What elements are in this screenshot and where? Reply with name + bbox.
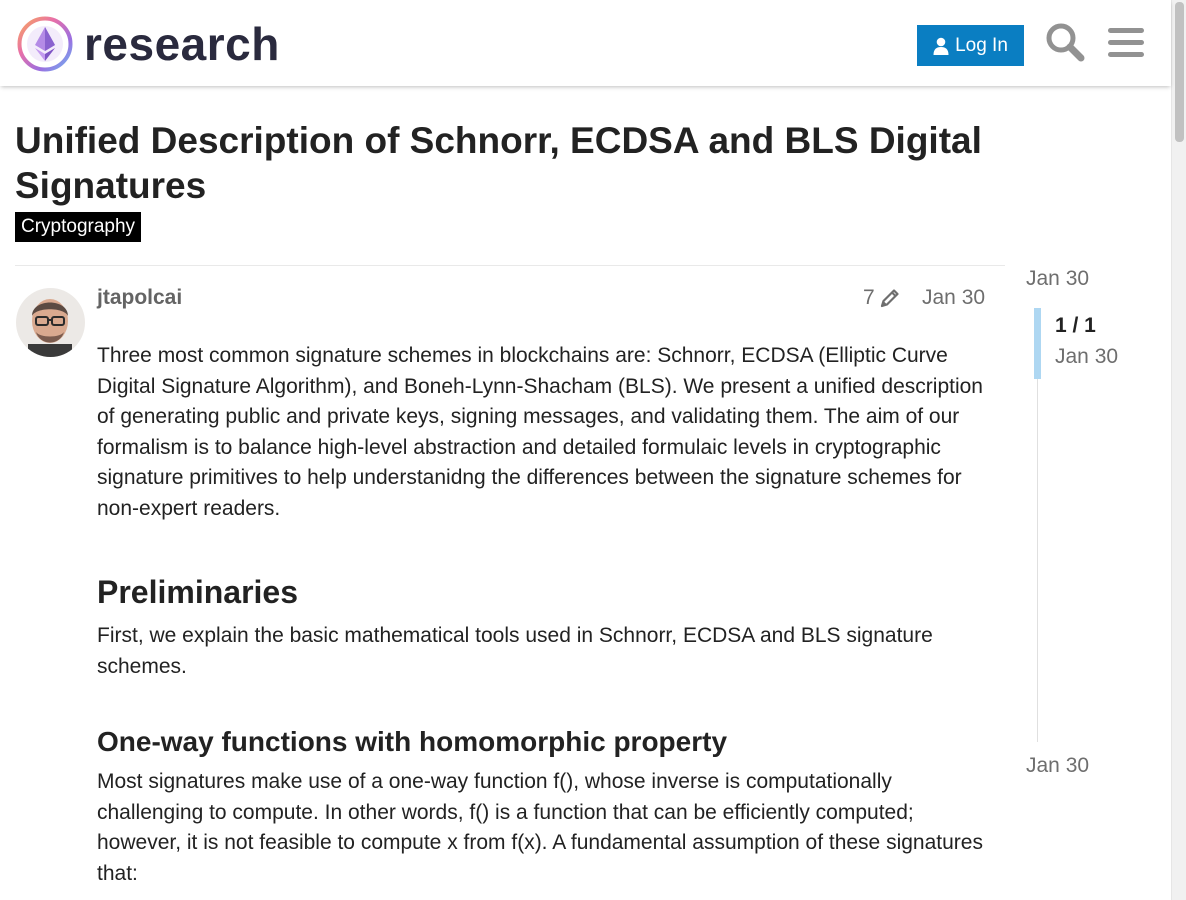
- ethereum-research-logo-icon: [17, 16, 73, 72]
- edit-history-button[interactable]: 7: [863, 286, 901, 310]
- timeline-scroll-handle[interactable]: [1034, 308, 1041, 379]
- login-button[interactable]: Log In: [917, 25, 1024, 66]
- pencil-icon: [880, 289, 899, 308]
- site-header: research Log In: [0, 0, 1171, 86]
- timeline-end-date[interactable]: Jan 30: [1026, 754, 1089, 778]
- search-icon[interactable]: [1045, 22, 1085, 62]
- hamburger-menu-icon[interactable]: [1106, 22, 1146, 62]
- heading-one-way-functions: One-way functions with homomorphic prope…: [97, 726, 728, 757]
- divider: [15, 265, 1005, 266]
- avatar[interactable]: [16, 288, 85, 357]
- post-username[interactable]: jtapolcai: [97, 286, 182, 310]
- page: research Log In Unified Description of S…: [0, 0, 1186, 900]
- one-way-functions-paragraph: Most signatures make use of a one-way fu…: [97, 770, 983, 885]
- timeline-start-date[interactable]: Jan 30: [1026, 267, 1089, 291]
- post-body: Three most common signature schemes in b…: [97, 341, 992, 889]
- preliminaries-paragraph: First, we explain the basic mathematical…: [97, 624, 933, 678]
- category-badge[interactable]: Cryptography: [15, 212, 142, 242]
- post-intro-paragraph: Three most common signature schemes in b…: [97, 344, 983, 520]
- timeline-handle-date: Jan 30: [1055, 345, 1119, 368]
- user-icon: [933, 37, 949, 55]
- site-logo[interactable]: research: [16, 15, 306, 73]
- topic-title[interactable]: Unified Description of Schnorr, ECDSA an…: [15, 118, 1025, 208]
- login-label: Log In: [955, 34, 1008, 56]
- avatar-image: [16, 288, 85, 357]
- post-date[interactable]: Jan 30: [922, 286, 985, 310]
- heading-preliminaries: Preliminaries: [97, 574, 298, 610]
- page-scrollbar-thumb[interactable]: [1175, 2, 1184, 142]
- site-name: research: [84, 18, 280, 70]
- edit-count: 7: [863, 286, 875, 309]
- timeline-position: 1 / 1: [1055, 314, 1096, 337]
- page-scrollbar[interactable]: [1171, 0, 1186, 900]
